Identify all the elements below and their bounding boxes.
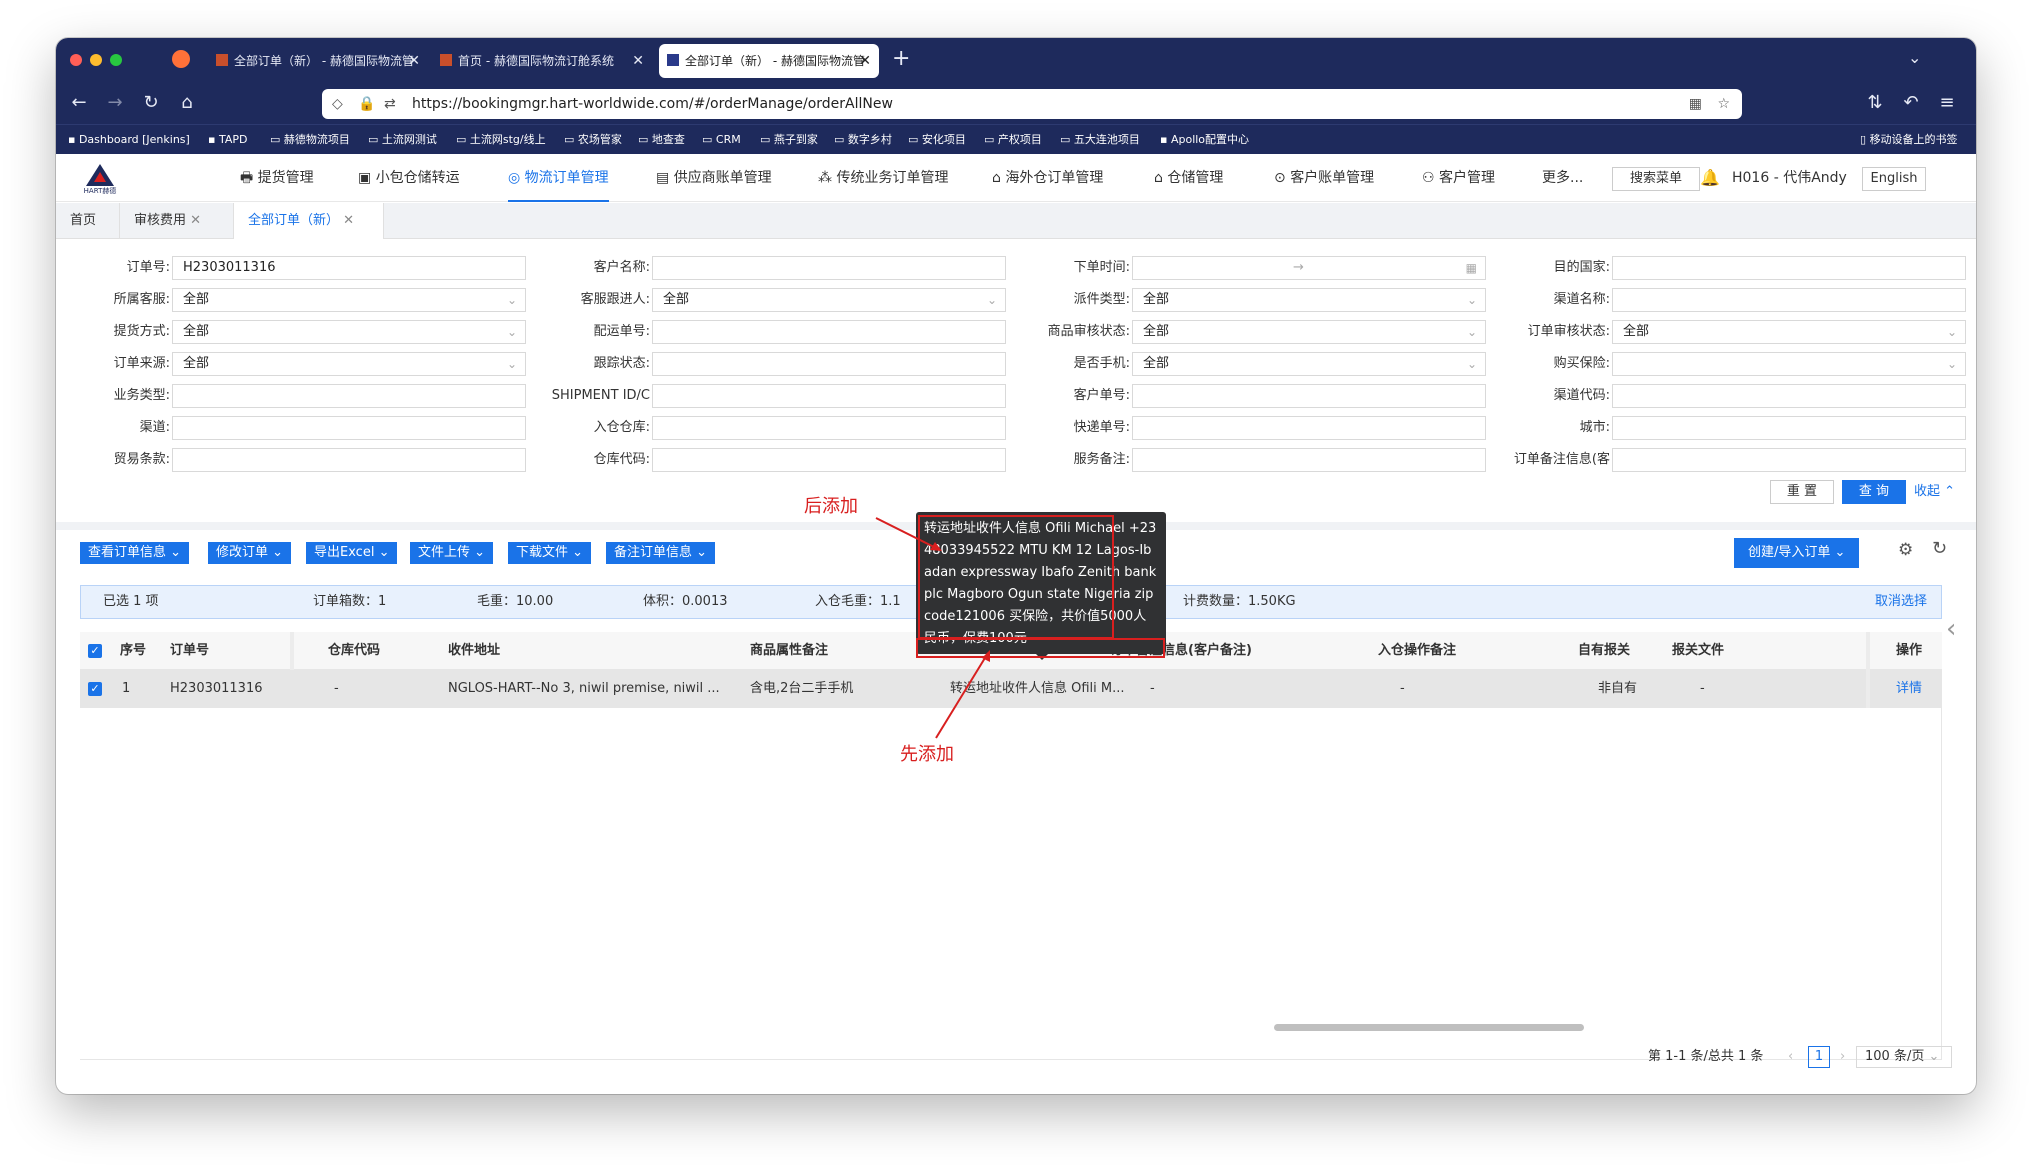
prev-page-icon[interactable]: ‹ [1788,1046,1793,1068]
pagination-summary: 第 1-1 条/总共 1 条 [1648,1049,1764,1064]
annotation-arrows [875,517,990,739]
page-size-select[interactable]: 100 条/页 ⌄ [1856,1046,1952,1068]
pagination: 第 1-1 条/总共 1 条 ‹ 1 › 100 条/页 ⌄ [56,1036,1976,1076]
current-page[interactable]: 1 [1808,1046,1830,1068]
browser-window: 全部订单（新） - 赫德国际物流管 ✕ 首页 - 赫德国际物流订舱系统 ✕ 全部… [56,38,1976,1094]
next-page-icon[interactable]: › [1840,1046,1845,1068]
